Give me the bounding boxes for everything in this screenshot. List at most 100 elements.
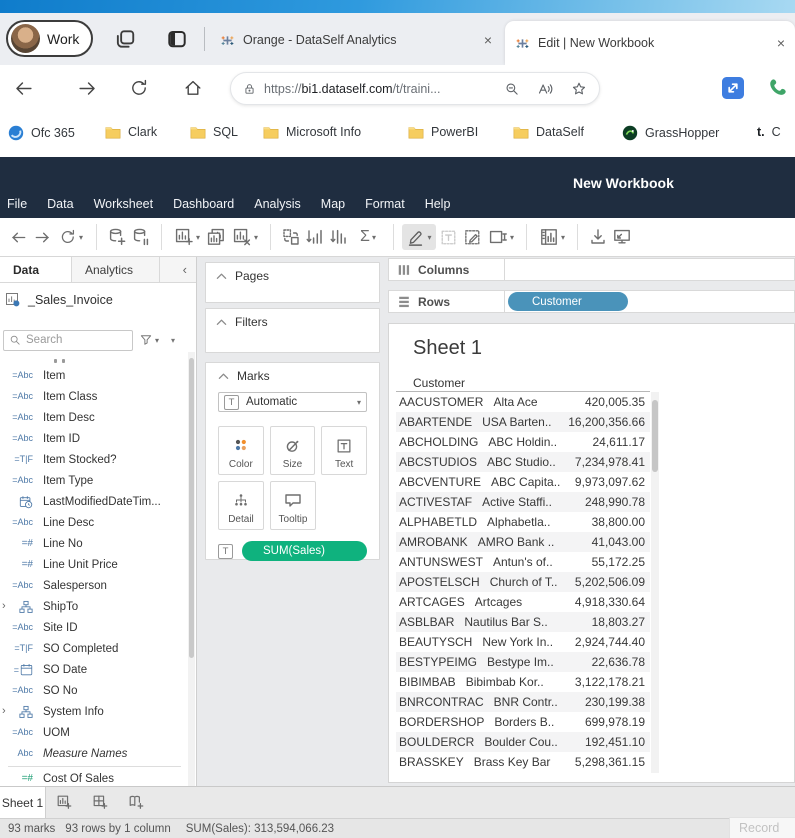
- table-row[interactable]: ACTIVESTAFActive Staffi..248,990.78: [396, 492, 650, 512]
- field-item[interactable]: =Abc SO No: [0, 680, 189, 701]
- expand-chevron-icon[interactable]: ›: [2, 701, 6, 722]
- table-row[interactable]: BESTYPEIMGBestype Im..22,636.78: [396, 652, 650, 672]
- color-button[interactable]: Color: [218, 426, 264, 475]
- rows-shelf-area[interactable]: Customer: [505, 290, 795, 313]
- table-row[interactable]: APOSTELSCHChurch of T..5,202,506.09: [396, 572, 650, 592]
- browser-tab-edit-new-workbook[interactable]: Edit | New Workbook ×: [505, 21, 795, 65]
- table-row[interactable]: ANTUNSWESTAntun's of..55,172.25: [396, 552, 650, 572]
- detail-button[interactable]: Detail: [218, 481, 264, 530]
- back-icon[interactable]: [12, 77, 34, 99]
- new-dashboard-icon[interactable]: [82, 787, 118, 818]
- field-item[interactable]: =# Line Unit Price: [0, 554, 189, 575]
- bookmark-grasshopper[interactable]: GrassHopper: [622, 125, 719, 141]
- collapse-panel-icon[interactable]: ‹: [160, 257, 196, 282]
- bookmark-partial[interactable]: t. C: [757, 125, 781, 139]
- size-button[interactable]: Size: [270, 426, 316, 475]
- table-row[interactable]: BRASSKEYBrass Key Bar5,298,361.15: [396, 752, 650, 772]
- field-item[interactable]: =# Line No: [0, 533, 189, 554]
- field-item[interactable]: =Abc Item Type: [0, 470, 189, 491]
- close-tab-icon[interactable]: ×: [484, 33, 492, 47]
- undo-icon[interactable]: [6, 224, 30, 250]
- field-item-measure-names[interactable]: Abc Measure Names: [0, 743, 189, 764]
- clear-sheet-icon[interactable]: ▾: [228, 224, 262, 250]
- browser-tab-orange-dataself[interactable]: Orange - DataSelf Analytics ×: [210, 23, 502, 57]
- filter-fields-icon[interactable]: ▾: [139, 333, 159, 347]
- table-row[interactable]: ABARTENDEUSA Barten..16,200,356.66: [396, 412, 650, 432]
- new-worksheet-tab-icon[interactable]: [46, 787, 82, 818]
- field-item[interactable]: =Abc Item: [0, 365, 189, 386]
- totals-icon[interactable]: Σ▾: [351, 224, 385, 250]
- field-item[interactable]: =T|F Item Stocked?: [0, 449, 189, 470]
- address-bar[interactable]: https://bi1.dataself.com/t/traini...: [230, 72, 600, 105]
- menu-data[interactable]: Data: [47, 197, 73, 211]
- read-aloud-icon[interactable]: [537, 81, 554, 97]
- text-button[interactable]: Text: [321, 426, 367, 475]
- collapse-chevron-icon[interactable]: [218, 372, 229, 380]
- filters-card[interactable]: Filters: [205, 308, 380, 353]
- field-item[interactable]: =T|F SO Completed: [0, 638, 189, 659]
- field-item[interactable]: = SO Date: [0, 659, 189, 680]
- menu-help[interactable]: Help: [425, 197, 451, 211]
- download-icon[interactable]: [586, 224, 610, 250]
- bookmark-folder-powerbi[interactable]: PowerBI: [408, 125, 478, 139]
- refresh-icon[interactable]: [128, 77, 150, 99]
- home-icon[interactable]: [182, 77, 204, 99]
- field-item[interactable]: =Abc Item Desc: [0, 407, 189, 428]
- field-item[interactable]: =Abc Item ID: [0, 428, 189, 449]
- bookmark-folder-microsoft-info[interactable]: Microsoft Info: [263, 125, 361, 139]
- table-row[interactable]: ABCSTUDIOSABC Studio..7,234,978.41: [396, 452, 650, 472]
- bookmark-folder-sql[interactable]: SQL: [190, 125, 238, 139]
- fit-selector-icon[interactable]: ▾: [484, 224, 518, 250]
- marks-card[interactable]: Marks T Automatic ▾ Color: [205, 362, 380, 560]
- view-options-icon[interactable]: ▾: [171, 336, 175, 345]
- pause-datasource-icon[interactable]: [129, 224, 153, 250]
- table-row[interactable]: AMROBANKAMRO Bank ..41,043.00: [396, 532, 650, 552]
- datasource-item[interactable]: _Sales_Invoice: [0, 288, 196, 312]
- bookmark-folder-dataself[interactable]: DataSelf: [513, 125, 584, 139]
- replay-icon[interactable]: ▾: [54, 224, 88, 250]
- columns-shelf-area[interactable]: [505, 258, 795, 281]
- highlight-icon[interactable]: ▾: [402, 224, 436, 250]
- collapse-chevron-icon[interactable]: [216, 272, 227, 280]
- menu-map[interactable]: Map: [321, 197, 345, 211]
- show-mark-labels-icon[interactable]: [436, 224, 460, 250]
- workspaces-icon[interactable]: [112, 26, 138, 52]
- sum-sales-pill[interactable]: SUM(Sales): [242, 541, 367, 561]
- table-row[interactable]: AACUSTOMERAlta Ace420,005.35: [396, 392, 650, 412]
- bookmark-ofc-365[interactable]: Ofc 365: [8, 125, 75, 141]
- table-row[interactable]: BOULDERCRBoulder Cou..192,451.10: [396, 732, 650, 752]
- field-item[interactable]: =Abc Salesperson: [0, 575, 189, 596]
- table-row[interactable]: ALPHABETLDAlphabetla..38,800.00: [396, 512, 650, 532]
- table-row[interactable]: ABCHOLDINGABC Holdin..24,611.17: [396, 432, 650, 452]
- swap-rows-columns-icon[interactable]: [279, 224, 303, 250]
- new-worksheet-icon[interactable]: ▾: [170, 224, 204, 250]
- table-scrollbar[interactable]: [651, 392, 659, 773]
- field-item-measure[interactable]: =# Cost Of Sales: [0, 768, 189, 786]
- table-row[interactable]: BEAUTYSCHNew York In..2,924,744.40: [396, 632, 650, 652]
- record-button[interactable]: Record: [729, 817, 795, 838]
- annotate-icon[interactable]: [460, 224, 484, 250]
- browser-profile-button[interactable]: Work: [6, 20, 93, 57]
- menu-format[interactable]: Format: [365, 197, 405, 211]
- rows-shelf[interactable]: Rows Customer: [388, 290, 795, 313]
- table-row[interactable]: ASBLBARNautilus Bar S..18,803.27: [396, 612, 650, 632]
- table-row[interactable]: ARTCAGESArtcages4,918,330.64: [396, 592, 650, 612]
- field-item[interactable]: =Abc Site ID: [0, 617, 189, 638]
- customer-pill[interactable]: Customer: [508, 292, 628, 311]
- table-row[interactable]: BIBIMBABBibimbab Kor..3,122,178.21: [396, 672, 650, 692]
- forward-icon[interactable]: [76, 77, 98, 99]
- new-story-icon[interactable]: [118, 787, 154, 818]
- sort-descending-icon[interactable]: [327, 224, 351, 250]
- table-row[interactable]: ABCVENTUREABC Capita..9,973,097.62: [396, 472, 650, 492]
- close-tab-icon[interactable]: ×: [777, 36, 785, 50]
- extension-icon[interactable]: [722, 77, 744, 99]
- field-item[interactable]: =Abc Item Class: [0, 386, 189, 407]
- tooltip-button[interactable]: Tooltip: [270, 481, 316, 530]
- collapse-chevron-icon[interactable]: [216, 318, 227, 326]
- search-input[interactable]: [26, 334, 118, 346]
- tab-analytics[interactable]: Analytics: [72, 257, 160, 282]
- sheet-tab[interactable]: Sheet 1: [0, 787, 46, 818]
- field-item[interactable]: =Abc Line Desc: [0, 512, 189, 533]
- field-item[interactable]: LastModifiedDateTim...: [0, 491, 189, 512]
- presentation-mode-icon[interactable]: [610, 224, 634, 250]
